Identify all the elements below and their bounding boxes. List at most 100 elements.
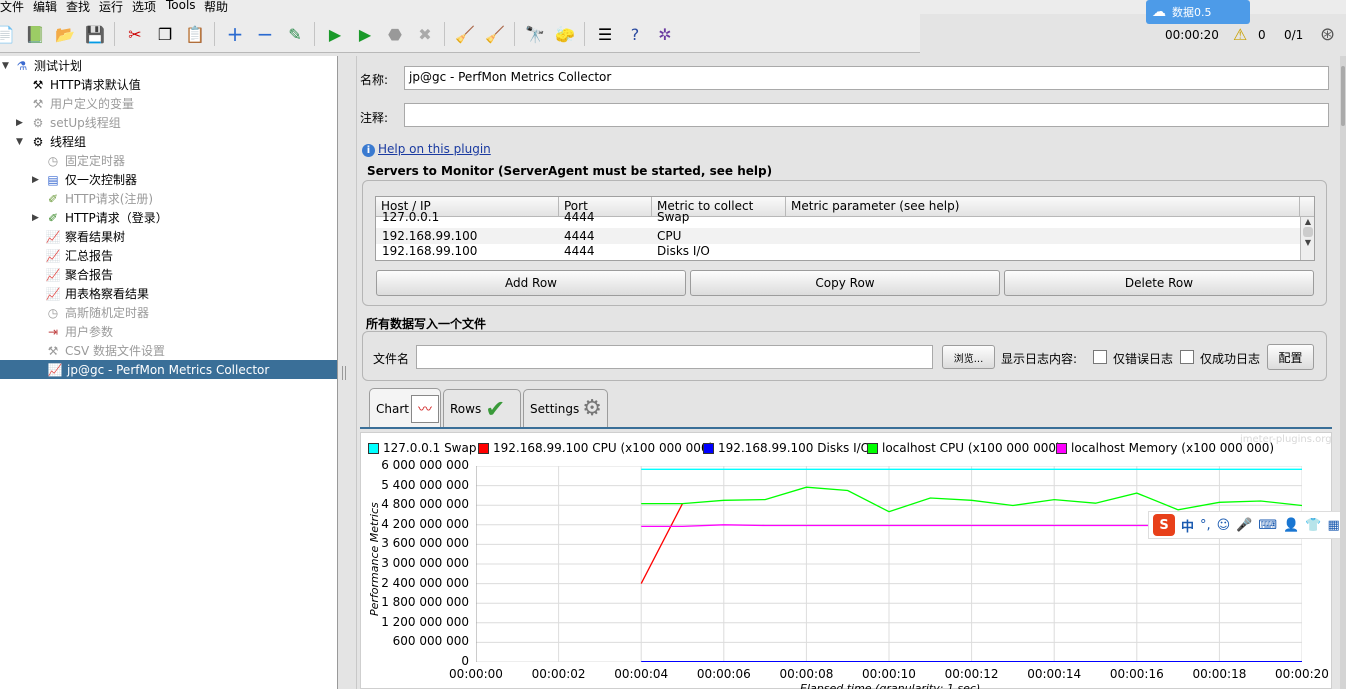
menu-search[interactable]: 查找 (66, 0, 90, 15)
help-link[interactable]: Help on this plugin (378, 142, 491, 156)
tree-item-summary-report[interactable]: 📈 汇总报告 (45, 246, 114, 265)
expand-icon[interactable]: + (224, 22, 246, 46)
punctuation-icon[interactable]: °, (1200, 518, 1211, 533)
file-name-field[interactable] (416, 345, 933, 369)
toggle-icon[interactable]: ✎ (284, 23, 306, 45)
warning-icon[interactable]: ⚠ (1233, 25, 1247, 44)
expand-arrow-icon[interactable]: ▶ (16, 118, 23, 128)
name-field[interactable]: jp@gc - PerfMon Metrics Collector (404, 66, 1329, 90)
tab-settings[interactable]: Settings ⚙ (523, 389, 608, 427)
flask-icon: ⚗ (16, 58, 28, 73)
help-icon[interactable]: ? (624, 23, 646, 45)
y-tick-label: 2 400 000 000 (381, 575, 469, 590)
remote-icon[interactable]: ✲ (654, 23, 676, 45)
grid-icon[interactable]: ▦ (1328, 518, 1340, 533)
templates-icon[interactable]: 📗 (24, 23, 46, 45)
ime-toolbar[interactable]: S 中 °, ☺ 🎤 ⌨ 👤 👕 ▦ (1148, 511, 1346, 539)
tree-item-constant-timer[interactable]: ◷ 固定定时器 (45, 151, 125, 170)
menu-tools[interactable]: Tools (166, 0, 196, 12)
y-tick-label: 4 800 000 000 (381, 497, 469, 512)
thread-count: 0/1 (1284, 28, 1304, 42)
config-button[interactable]: 配置 (1267, 344, 1314, 370)
tab-chart[interactable]: Chart 〰 (369, 388, 441, 428)
menu-run[interactable]: 运行 (99, 0, 123, 15)
add-row-button[interactable]: Add Row (376, 270, 686, 296)
cloud-badge[interactable]: ☁ 数据0.5 (1146, 0, 1250, 24)
splitter[interactable] (338, 56, 357, 689)
expand-arrow-icon[interactable]: ▶ (32, 175, 39, 185)
menu-file[interactable]: 文件 (0, 0, 24, 15)
tree-item-http-defaults[interactable]: ⚒ HTTP请求默认值 (30, 75, 141, 94)
stop-icon[interactable]: ⬣ (384, 23, 406, 45)
tree-item-test-plan[interactable]: ⚗ 测试计划 (14, 56, 82, 75)
browse-button[interactable]: 浏览... (942, 345, 995, 369)
legend-swatch (368, 442, 379, 454)
success-only-checkbox[interactable] (1180, 350, 1194, 364)
copy-icon[interactable]: ❐ (154, 23, 176, 45)
ime-mode[interactable]: 中 (1181, 516, 1194, 535)
clear-icon[interactable]: 🧹 (454, 23, 476, 45)
cut-icon[interactable]: ✂ (124, 23, 146, 45)
tree-item-setup-group[interactable]: ⚙ setUp线程组 (30, 113, 121, 132)
errors-only-checkbox[interactable] (1093, 350, 1107, 364)
tree-item-results-tree[interactable]: 📈 察看结果树 (45, 227, 126, 246)
tree-item-once-controller[interactable]: ▤ 仅一次控制器 (45, 170, 137, 189)
comment-field[interactable] (404, 103, 1329, 127)
new-icon[interactable]: 📄 (0, 23, 16, 45)
search-icon[interactable]: 🔭 (524, 23, 546, 45)
clear-all-icon[interactable]: 🧹 (484, 23, 506, 45)
paste-icon[interactable]: 📋 (184, 23, 206, 45)
delete-row-button[interactable]: Delete Row (1004, 270, 1314, 296)
table-row[interactable]: 192.168.99.100 4444 Disks I/O (376, 244, 1300, 260)
keyboard-icon[interactable]: ⌨ (1258, 518, 1277, 533)
function-helper-icon[interactable]: ☰ (594, 23, 616, 45)
tree-item-user-vars[interactable]: ⚒ 用户定义的变量 (30, 94, 134, 113)
menu-edit[interactable]: 编辑 (33, 0, 57, 15)
tree-item-gaussian-timer[interactable]: ◷ 高斯随机定时器 (45, 303, 149, 322)
table-row[interactable]: 192.168.99.100 4444 CPU (376, 228, 1300, 244)
remote-status-icon[interactable]: ⊛ (1320, 24, 1335, 45)
tree-item-http-login[interactable]: ✐ HTTP请求（登录） (45, 208, 168, 227)
pipette-icon: ✐ (47, 210, 59, 225)
tree-item-label: setUp线程组 (50, 116, 121, 130)
x-tick-label: 00:00:16 (1109, 667, 1164, 681)
cell-host: 127.0.0.1 (382, 210, 440, 224)
collapse-icon[interactable]: − (254, 22, 276, 46)
tree-item-aggregate-report[interactable]: 📈 聚合报告 (45, 265, 114, 284)
tree-item-csv-config[interactable]: ⚒ CSV 数据文件设置 (45, 341, 165, 360)
tree-item-http-register[interactable]: ✐ HTTP请求(注册) (45, 189, 153, 208)
emoji-icon[interactable]: ☺ (1217, 518, 1231, 533)
menu-help[interactable]: 帮助 (204, 0, 228, 15)
tab-label: Chart (376, 401, 409, 416)
start-icon[interactable]: ▶ (324, 23, 346, 45)
tree-item-label: 仅一次控制器 (65, 173, 138, 187)
collapse-arrow-icon[interactable]: ▼ (2, 61, 9, 71)
tree-item-user-params[interactable]: ⇥ 用户参数 (45, 322, 113, 341)
shutdown-icon[interactable]: ✖ (414, 23, 436, 45)
table-scrollbar[interactable]: ▲ ▼ (1300, 217, 1314, 260)
cell-port: 4444 (564, 244, 595, 258)
legend-item: 192.168.99.100 CPU (x100 000 000) (478, 441, 713, 455)
collapse-arrow-icon[interactable]: ▼ (16, 137, 23, 147)
tree-item-perfmon[interactable]: 📈 jp@gc - PerfMon Metrics Collector (0, 360, 337, 379)
graph-icon: 📈 (45, 248, 61, 263)
skin-icon[interactable]: 👕 (1305, 518, 1321, 533)
copy-row-button[interactable]: Copy Row (690, 270, 1000, 296)
microphone-icon[interactable]: 🎤 (1236, 518, 1252, 533)
tab-rows[interactable]: Rows ✔ (443, 389, 521, 427)
vertical-scrollbar[interactable] (1340, 56, 1346, 689)
reset-search-icon[interactable]: 🧽 (554, 23, 576, 45)
legend-label: 127.0.0.1 Swap (383, 441, 477, 455)
tree-item-thread-group[interactable]: ⚙ 线程组 (30, 132, 86, 151)
save-icon[interactable]: 💾 (84, 23, 106, 45)
menu-options[interactable]: 选项 (132, 0, 156, 15)
tree-item-table-results[interactable]: 📈 用表格察看结果 (45, 284, 150, 303)
start-no-pause-icon[interactable]: ▶ (354, 23, 376, 45)
table-row[interactable]: 127.0.0.1 4444 Swap (376, 210, 1300, 226)
expand-arrow-icon[interactable]: ▶ (32, 213, 39, 223)
y-tick-label: 4 200 000 000 (381, 516, 469, 531)
user-icon[interactable]: 👤 (1283, 518, 1299, 533)
warning-count: 0 (1258, 28, 1266, 42)
graph-icon: 📈 (47, 362, 63, 377)
open-icon[interactable]: 📂 (54, 23, 76, 45)
